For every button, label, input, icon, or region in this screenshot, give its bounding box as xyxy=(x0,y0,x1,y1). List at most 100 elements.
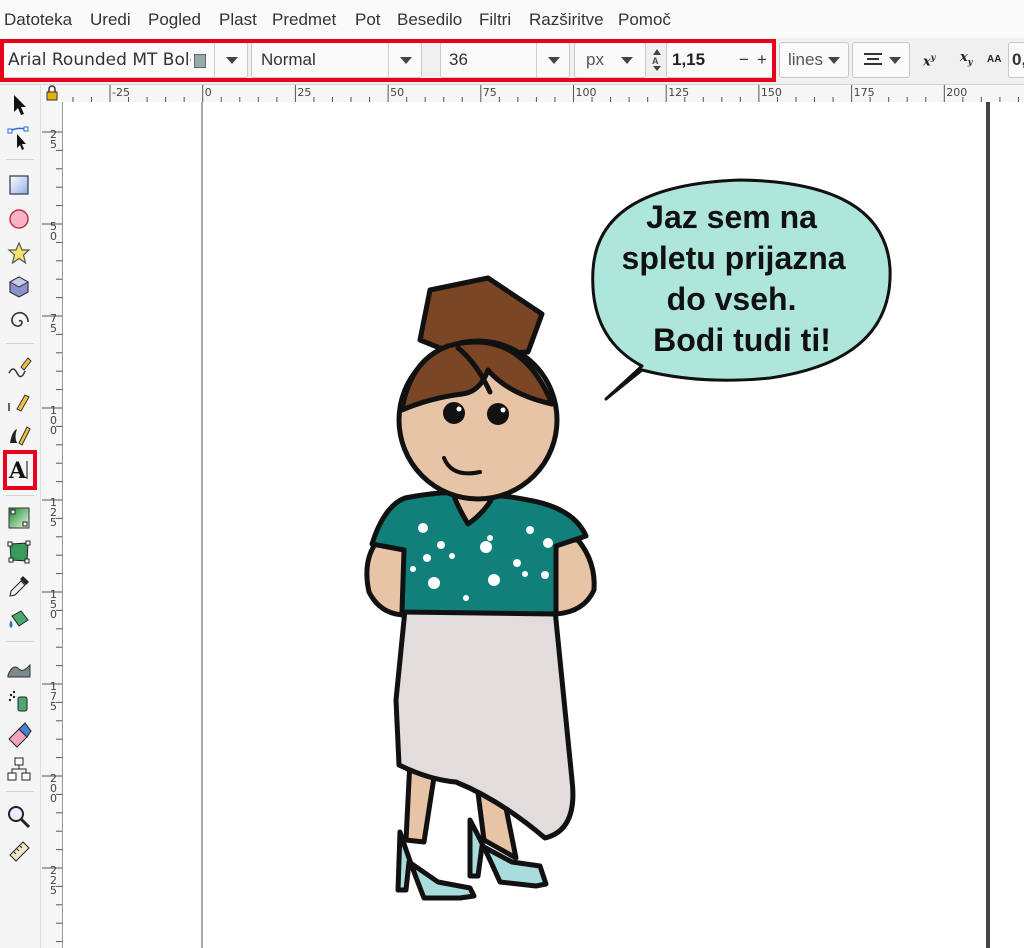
connector-tool-icon[interactable] xyxy=(5,755,33,783)
letter-spacing-value: 0, xyxy=(1012,50,1024,69)
ruler-label: 200 xyxy=(946,86,967,99)
zoom-tool-icon[interactable] xyxy=(5,803,33,831)
ruler-label: 175 xyxy=(50,680,57,713)
font-size-dropdown-arrow[interactable] xyxy=(536,43,571,77)
box3d-tool-icon[interactable] xyxy=(5,273,33,301)
font-size-combo[interactable]: 36 xyxy=(440,42,570,78)
selector-tool-icon[interactable] xyxy=(5,90,33,118)
calligraphy-tool-icon[interactable] xyxy=(5,421,33,449)
line-spacing-mode-arrow[interactable] xyxy=(828,57,840,64)
paint-bucket-tool-icon[interactable] xyxy=(5,606,33,634)
left-eye-highlight xyxy=(456,406,462,412)
menu-razsiritve[interactable]: Razširitve xyxy=(529,10,604,30)
superscript-icon[interactable]: xy xyxy=(923,52,935,69)
line-height-icon: A xyxy=(651,48,663,72)
ruler-label: 50 xyxy=(390,86,404,99)
menu-besedilo[interactable]: Besedilo xyxy=(397,10,462,30)
font-style-value: Normal xyxy=(261,50,316,69)
font-style-dropdown-arrow[interactable] xyxy=(388,43,423,77)
ruler-label: 150 xyxy=(50,588,57,621)
font-family-combo[interactable]: Arial Rounded MT Bolc xyxy=(3,42,248,78)
toolbox-separator xyxy=(6,495,34,496)
font-warning-icon xyxy=(194,54,206,68)
text-tool-icon[interactable]: A xyxy=(5,455,33,483)
text-tool-controls-bar: Arial Rounded MT Bolc Normal 36 px A 1,1… xyxy=(0,38,1024,85)
ruler-label: 175 xyxy=(854,86,875,99)
gradient-tool-icon[interactable] xyxy=(5,504,33,532)
rectangle-tool-icon[interactable] xyxy=(5,171,33,199)
ruler-label: 0 xyxy=(205,86,212,99)
speech-line-1: Jaz sem na xyxy=(646,199,817,235)
toolbox-separator xyxy=(6,791,34,792)
ruler-corner xyxy=(40,85,62,102)
ruler-label: 200 xyxy=(50,772,57,805)
toolbox-separator xyxy=(6,343,34,344)
ruler-label: 50 xyxy=(50,220,57,243)
vertical-ruler[interactable]: 25 50 75 100 125 150 175 200 225 xyxy=(40,102,63,948)
node-tool-icon[interactable] xyxy=(5,123,33,151)
font-size-value: 36 xyxy=(449,50,468,69)
mesh-tool-icon[interactable] xyxy=(5,538,33,566)
ruler-label: 125 xyxy=(668,86,689,99)
menu-pogled[interactable]: Pogled xyxy=(148,10,201,30)
measure-tool-icon[interactable] xyxy=(5,837,33,865)
girl-figure xyxy=(364,275,597,901)
horizontal-ruler[interactable]: -25 0 25 50 75 100 125 150 175 200 xyxy=(62,85,1024,103)
letter-spacing-icon: AA xyxy=(987,54,1002,65)
line-height-spin[interactable]: 1,15 − + xyxy=(666,42,773,78)
line-height-value: 1,15 xyxy=(672,50,706,69)
star-tool-icon[interactable] xyxy=(5,239,33,267)
menu-bar: Datoteka Uredi Pogled Plast Predmet Pot … xyxy=(0,0,1024,38)
toolbox-separator xyxy=(6,159,34,160)
eraser-tool-icon[interactable] xyxy=(5,721,33,749)
canvas-drawing[interactable]: Jaz sem na spletu prijazna do vseh. Bodi… xyxy=(63,102,1024,948)
svg-text:A: A xyxy=(652,56,659,66)
line-height-decrement-button[interactable]: − xyxy=(739,43,749,77)
unit-dropdown-arrow[interactable] xyxy=(621,57,633,64)
unit-combo[interactable]: px xyxy=(574,42,646,78)
spray-tool-icon[interactable] xyxy=(5,687,33,715)
spiral-tool-icon[interactable] xyxy=(5,307,33,335)
unit-value: px xyxy=(586,50,604,69)
pencil-tool-icon[interactable] xyxy=(5,353,33,381)
dropper-tool-icon[interactable] xyxy=(5,572,33,600)
menu-predmet[interactable]: Predmet xyxy=(272,10,336,30)
speech-line-3: do vseh. xyxy=(667,281,797,317)
tweak-tool-icon[interactable] xyxy=(5,653,33,681)
menu-datoteka[interactable]: Datoteka xyxy=(4,10,72,30)
subscript-icon[interactable]: xy xyxy=(960,50,972,67)
toolbox: A xyxy=(0,85,41,948)
ruler-label: -25 xyxy=(112,86,130,99)
alignment-dropdown-arrow[interactable] xyxy=(889,57,901,64)
ellipse-tool-icon[interactable] xyxy=(5,205,33,233)
line-spacing-mode-combo[interactable]: lines xyxy=(779,42,849,78)
menu-plast[interactable]: Plast xyxy=(219,10,257,30)
ruler-label: 25 xyxy=(50,128,57,151)
menu-pomoc[interactable]: Pomoč xyxy=(618,10,671,30)
line-height-increment-button[interactable]: + xyxy=(757,43,767,77)
menu-filtri[interactable]: Filtri xyxy=(479,10,511,30)
svg-text:A: A xyxy=(8,458,27,483)
menu-pot[interactable]: Pot xyxy=(355,10,381,30)
menu-uredi[interactable]: Uredi xyxy=(90,10,131,30)
ruler-label: 75 xyxy=(50,312,57,335)
letter-spacing-spin[interactable]: 0, xyxy=(1008,42,1024,78)
align-center-icon xyxy=(862,51,884,74)
right-eye-highlight xyxy=(500,407,506,413)
ruler-label: 100 xyxy=(50,404,57,437)
right-eye xyxy=(487,403,509,425)
font-style-combo[interactable]: Normal xyxy=(251,42,422,78)
pen-tool-icon[interactable] xyxy=(5,387,33,415)
font-family-dropdown-arrow[interactable] xyxy=(214,43,249,77)
ruler-label: 75 xyxy=(483,86,497,99)
speech-line-4: Bodi tudi ti! xyxy=(653,322,831,358)
line-spacing-mode-value: lines xyxy=(788,50,823,69)
ruler-label: 225 xyxy=(50,864,57,897)
toolbox-separator xyxy=(6,641,34,642)
ruler-label: 25 xyxy=(297,86,311,99)
ruler-label: 150 xyxy=(761,86,782,99)
lock-guides-icon[interactable] xyxy=(40,85,62,102)
drawing-canvas[interactable]: Jaz sem na spletu prijazna do vseh. Bodi… xyxy=(63,102,1024,948)
font-family-value: Arial Rounded MT Bolc xyxy=(8,50,191,70)
alignment-combo[interactable] xyxy=(852,42,910,78)
